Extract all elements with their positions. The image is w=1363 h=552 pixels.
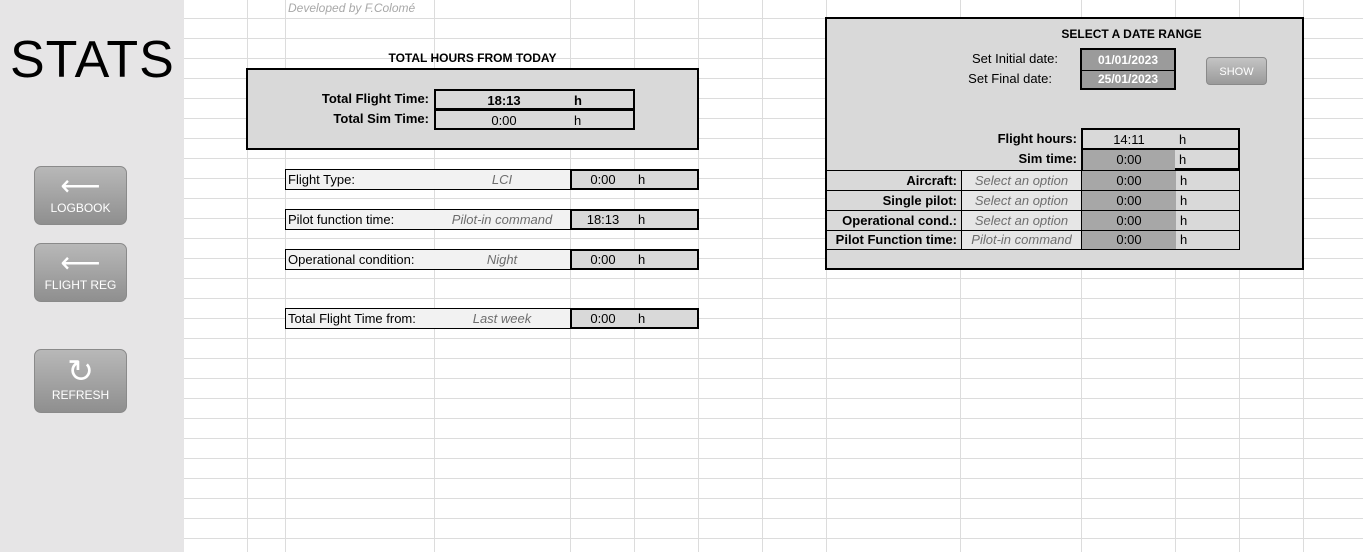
total-sim-unit: h <box>574 113 582 128</box>
total-sim-value: 0:00 <box>491 113 517 128</box>
total-flight-from-value: 0:00 <box>590 311 616 326</box>
show-button[interactable]: SHOW <box>1206 57 1267 85</box>
sim-time-value: 0:00 <box>1083 150 1175 170</box>
flight-hours-value: 14:11 <box>1113 132 1145 147</box>
flight-type-row: Flight Type: LCI 0:00 h <box>285 169 699 190</box>
flight-type-value: 0:00 <box>590 172 616 187</box>
sim-time-box: 0:00 h <box>1081 148 1240 170</box>
pilot-function-row: Pilot function time: Pilot-in command 18… <box>285 209 699 230</box>
sim-time-unit: h <box>1179 152 1187 167</box>
single-pilot-unit: h <box>1180 193 1188 208</box>
flight-reg-button-label: FLIGHT REG <box>44 278 117 292</box>
pilot-function-select[interactable]: Pilot-in command <box>434 210 570 229</box>
credit-text: Developed by F.Colomé <box>288 1 416 15</box>
total-flight-from-row: Total Flight Time from: Last week 0:00 h <box>285 308 699 329</box>
aircraft-select[interactable]: Select an option <box>961 171 1082 190</box>
aircraft-row: Aircraft: Select an option 0:00 h <box>827 171 1239 191</box>
operational-condition-unit: h <box>638 252 646 267</box>
initial-date-label: Set Initial date: <box>972 51 1058 66</box>
total-sim-box: 0:00 h <box>434 109 635 130</box>
total-sim-label: Total Sim Time: <box>333 111 429 126</box>
flight-hours-label: Flight hours: <box>997 131 1077 146</box>
pilot-function-unit: h <box>638 212 646 227</box>
pilot-function-time-value: 0:00 <box>1082 231 1176 249</box>
logbook-button[interactable]: ⟵ LOGBOOK <box>34 166 127 225</box>
arrow-left-icon: ⟵ <box>60 170 101 201</box>
final-date-label: Set Final date: <box>968 71 1052 86</box>
total-flight-from-value-box: 0:00 h <box>570 308 699 329</box>
arrow-left-icon: ⟵ <box>60 247 101 278</box>
operational-cond-value: 0:00 <box>1082 211 1176 230</box>
operational-condition-value: 0:00 <box>590 252 616 267</box>
flight-hours-unit: h <box>1179 132 1187 147</box>
initial-date-box[interactable]: 01/01/2023 <box>1080 48 1176 70</box>
grid-column-line <box>762 0 763 552</box>
pilot-function-time-select[interactable]: Pilot-in command <box>961 231 1082 249</box>
single-pilot-value: 0:00 <box>1082 191 1176 210</box>
total-flight-from-label: Total Flight Time from: <box>288 311 416 326</box>
final-date-box[interactable]: 25/01/2023 <box>1080 70 1176 90</box>
operational-condition-value-box: 0:00 h <box>570 249 699 270</box>
flight-reg-button[interactable]: ⟵ FLIGHT REG <box>34 243 127 302</box>
operational-condition-select[interactable]: Night <box>434 250 570 269</box>
flight-type-unit: h <box>638 172 646 187</box>
date-range-heading: SELECT A DATE RANGE <box>1061 27 1202 41</box>
total-flight-label: Total Flight Time: <box>321 91 429 106</box>
refresh-button[interactable]: ↻ REFRESH <box>34 349 127 413</box>
pilot-function-time-unit: h <box>1180 232 1188 247</box>
pilot-function-value-box: 18:13 h <box>570 209 699 230</box>
single-pilot-row: Single pilot: Select an option 0:00 h <box>827 191 1239 211</box>
pilot-function-time-row: Pilot Function time: Pilot-in command 0:… <box>827 231 1239 249</box>
pilot-function-time-label: Pilot Function time: <box>835 232 957 247</box>
aircraft-label: Aircraft: <box>906 173 957 188</box>
operational-condition-label: Operational condition: <box>288 252 415 267</box>
final-date-input[interactable]: 25/01/2023 <box>1082 71 1174 88</box>
operational-condition-row: Operational condition: Night 0:00 h <box>285 249 699 270</box>
flight-hours-box: 14:11 h <box>1081 128 1240 150</box>
flight-type-label: Flight Type: <box>288 172 355 187</box>
operational-cond-label: Operational cond.: <box>842 213 957 228</box>
flight-type-select[interactable]: LCI <box>434 170 570 189</box>
operational-cond-row: Operational cond.: Select an option 0:00… <box>827 211 1239 231</box>
total-flight-value: 18:13 <box>487 93 521 108</box>
single-pilot-label: Single pilot: <box>882 193 957 208</box>
operational-cond-unit: h <box>1180 213 1188 228</box>
refresh-icon: ↻ <box>67 353 94 389</box>
range-criteria-table: Aircraft: Select an option 0:00 h Single… <box>826 170 1240 250</box>
initial-date-input[interactable]: 01/01/2023 <box>1082 50 1174 70</box>
page-title: STATS <box>10 31 175 89</box>
operational-cond-select[interactable]: Select an option <box>961 211 1082 230</box>
total-flight-from-unit: h <box>638 311 646 326</box>
aircraft-value: 0:00 <box>1082 171 1176 190</box>
sim-time-label: Sim time: <box>1018 151 1077 166</box>
total-flight-from-select[interactable]: Last week <box>434 309 570 328</box>
single-pilot-select[interactable]: Select an option <box>961 191 1082 210</box>
total-flight-box: 18:13 h <box>434 89 635 110</box>
sidebar: STATS ⟵ LOGBOOK ⟵ FLIGHT REG ↻ REFRESH <box>0 0 184 552</box>
pilot-function-label: Pilot function time: <box>288 212 395 227</box>
refresh-button-label: REFRESH <box>51 388 110 402</box>
flight-type-value-box: 0:00 h <box>570 169 699 190</box>
total-flight-unit: h <box>574 93 582 108</box>
pilot-function-value: 18:13 <box>586 212 620 227</box>
totals-heading: TOTAL HOURS FROM TODAY <box>388 51 557 65</box>
logbook-button-label: LOGBOOK <box>50 201 111 215</box>
aircraft-unit: h <box>1180 173 1188 188</box>
